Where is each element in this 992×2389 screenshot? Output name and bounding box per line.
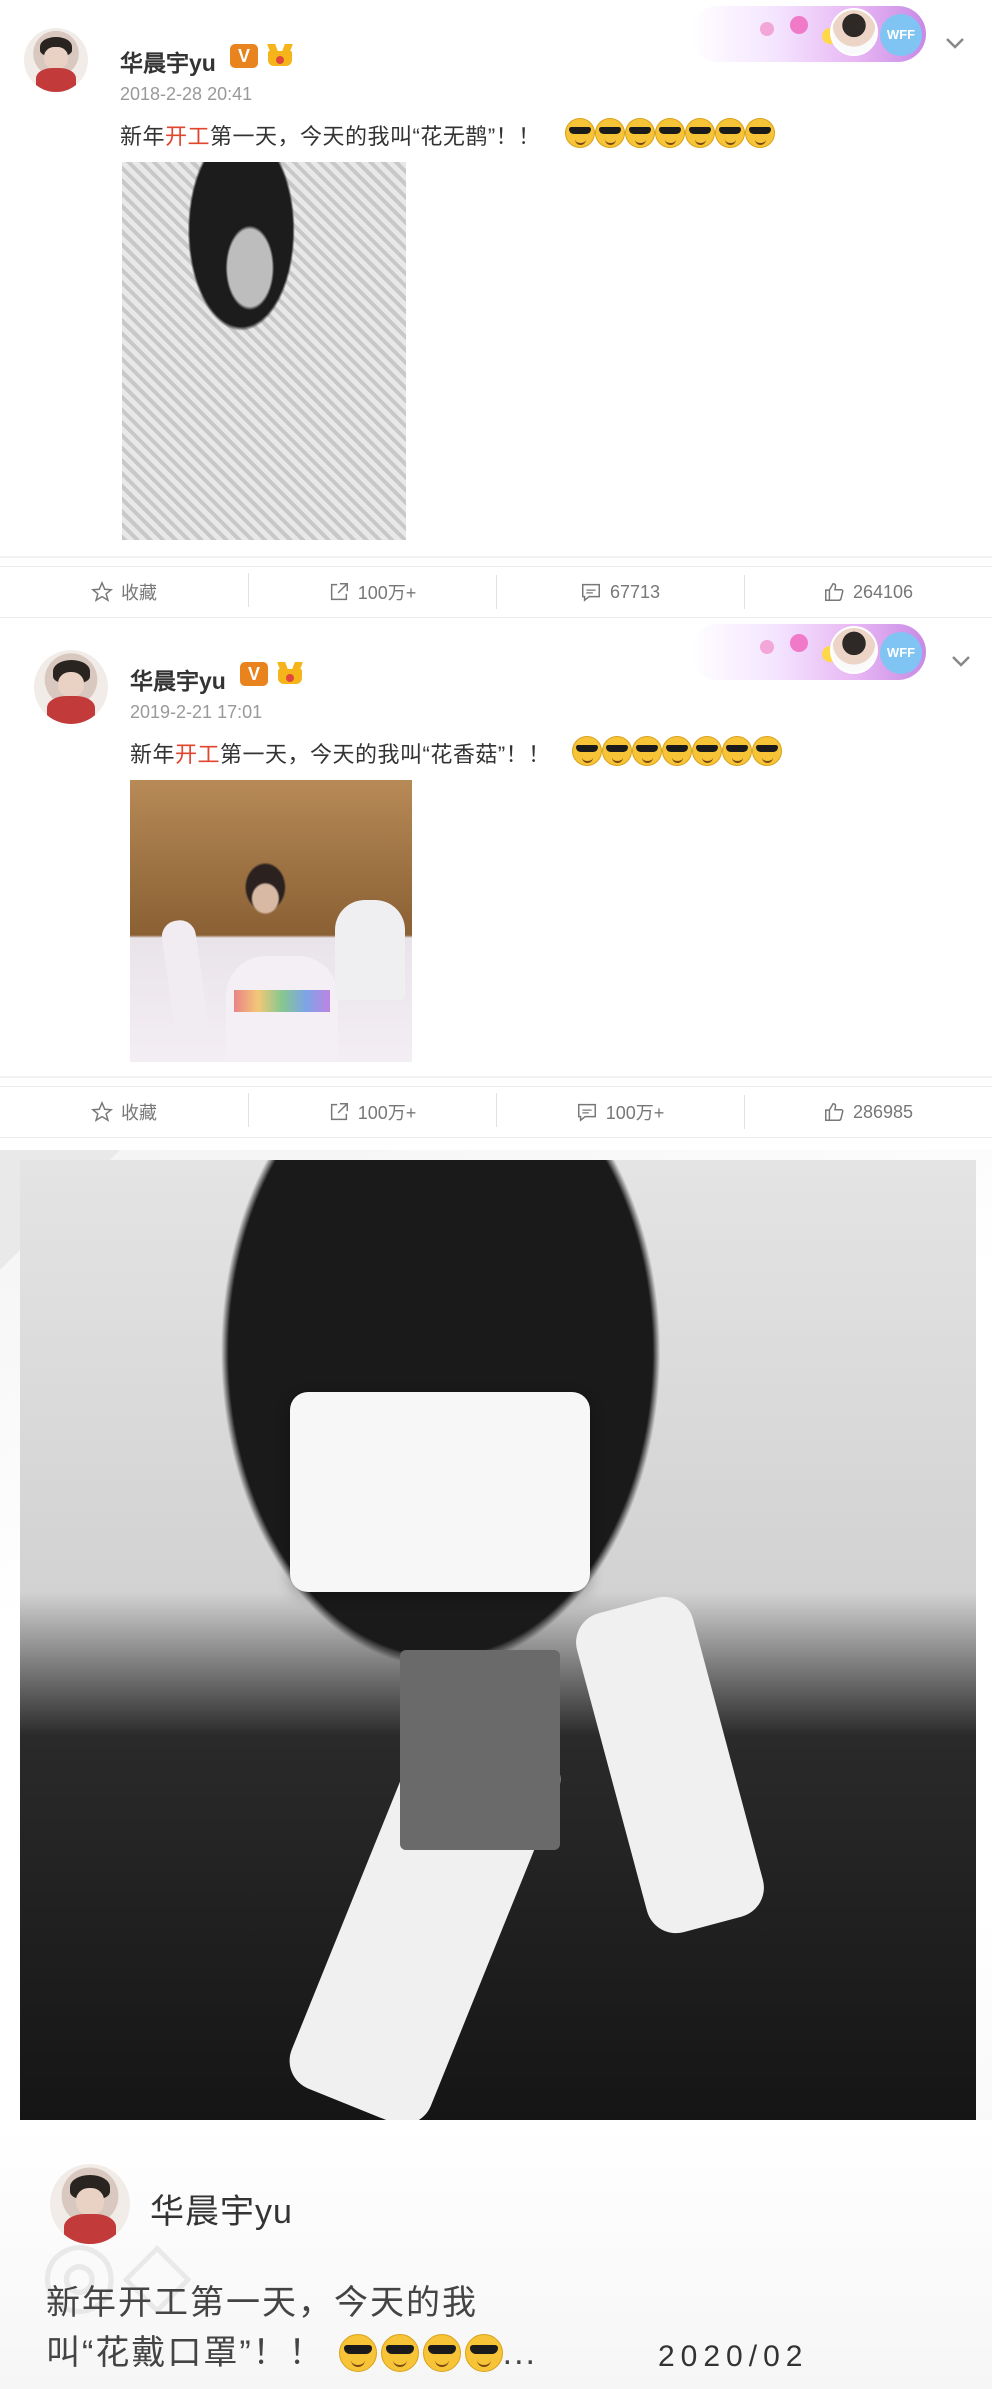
chevron-down-icon[interactable] [950,650,972,672]
action-bar: 收藏 100万+ 100万+ 286985 [0,1086,992,1138]
sunglasses-emoji-icon [380,2334,419,2372]
sunglasses-emoji-icon [602,736,632,766]
sunglasses-emoji-icon [715,118,745,148]
share-button[interactable]: 100万+ [248,1093,496,1127]
verified-badge-icon: V [230,44,258,68]
crown-icon [276,660,304,686]
post-text: 新年开工第一天，今天的我叫“花香菇”！！ [130,737,551,769]
sunglasses-emoji-icon [692,736,722,766]
card-caption-line1: 新年开工第一天，今天的我 [46,2284,478,2322]
wff-badge: WFF [880,14,922,56]
post-photo[interactable] [122,162,406,540]
sunglasses-emoji-icon [338,2334,377,2372]
emoji-row [572,736,782,766]
sunglasses-emoji-icon [422,2334,461,2372]
card-username: 华晨宇yu [150,2193,293,2231]
post-text: 新年开工第一天，今天的我叫“花无鹊”！！ [120,119,541,151]
favorite-button[interactable]: 收藏 [0,579,248,605]
comment-button[interactable]: 67713 [496,575,744,609]
post-timestamp[interactable]: 2019-2-21 17:01 [130,702,262,723]
comment-icon [577,1103,596,1122]
sunglasses-emoji-icon [752,736,782,766]
wff-badge: WFF [880,632,922,674]
favorite-label: 收藏 [121,583,157,603]
like-count: 264106 [852,581,914,602]
avatar[interactable] [24,28,88,92]
sunglasses-emoji-icon [464,2334,503,2372]
share-count: 100万+ [357,583,417,603]
face-mask [290,1392,590,1592]
like-count: 286985 [852,1101,914,1122]
decoration-banner: WFF [690,6,926,62]
star-icon [91,1101,113,1122]
card-date: 2020/02 [658,2340,809,2373]
highlight-keyword[interactable]: 开工 [165,124,210,149]
post-timestamp[interactable]: 2018-2-28 20:41 [120,84,252,105]
decoration-banner: WFF [690,624,926,680]
sunglasses-emoji-icon [572,736,602,766]
username[interactable]: 华晨宇yu [130,662,226,696]
sunglasses-emoji-icon [565,118,595,148]
share-button[interactable]: 100万+ [248,573,496,607]
like-button[interactable]: 286985 [744,1095,992,1129]
sunglasses-emoji-icon [662,736,692,766]
post-text-start: 新年 [130,742,176,767]
featured-photo[interactable] [20,1160,976,2134]
card-caption-text: 叫“花戴口罩”！！ [46,2334,325,2372]
sunglasses-emoji-icon [655,118,685,148]
post-text-start: 新年 [120,124,166,149]
sunglasses-emoji-icon [632,736,662,766]
post-photo[interactable] [130,780,412,1062]
divider [0,556,992,558]
sunglasses-emoji-icon [745,118,775,148]
caption-ellipsis: ... [502,2334,537,2372]
sunglasses-emoji-icon [685,118,715,148]
highlight-keyword[interactable]: 开工 [175,742,220,767]
username[interactable]: 华晨宇yu [120,44,216,78]
comment-button[interactable]: 100万+ [496,1093,744,1127]
share-count: 100万+ [357,1103,417,1123]
sunglasses-emoji-icon [595,118,625,148]
post-text-end: 第一天，今天的我叫“花香菇”！！ [220,742,551,767]
divider [0,1076,992,1078]
crown-icon [266,42,294,68]
like-icon [824,1103,844,1121]
verified-badge-icon: V [240,662,268,686]
like-icon [824,583,844,601]
chevron-down-icon[interactable] [944,32,966,54]
share-icon [330,1103,348,1121]
avatar[interactable] [50,2164,130,2244]
comment-count: 67713 [609,581,661,602]
card-caption-line2: 叫“花戴口罩”！！ ... [46,2328,537,2378]
action-bar: 收藏 100万+ 67713 264106 [0,566,992,618]
post-text-end: 第一天，今天的我叫“花无鹊”！！ [210,124,541,149]
favorite-label: 收藏 [121,1103,157,1123]
comment-icon [581,583,600,602]
comment-count: 100万+ [605,1103,665,1123]
sunglasses-emoji-icon [625,118,655,148]
favorite-button[interactable]: 收藏 [0,1099,248,1125]
like-button[interactable]: 264106 [744,575,992,609]
share-icon [330,583,348,601]
emoji-row [565,118,775,148]
sunglasses-emoji-icon [722,736,752,766]
star-icon [91,581,113,602]
avatar[interactable] [34,650,108,724]
